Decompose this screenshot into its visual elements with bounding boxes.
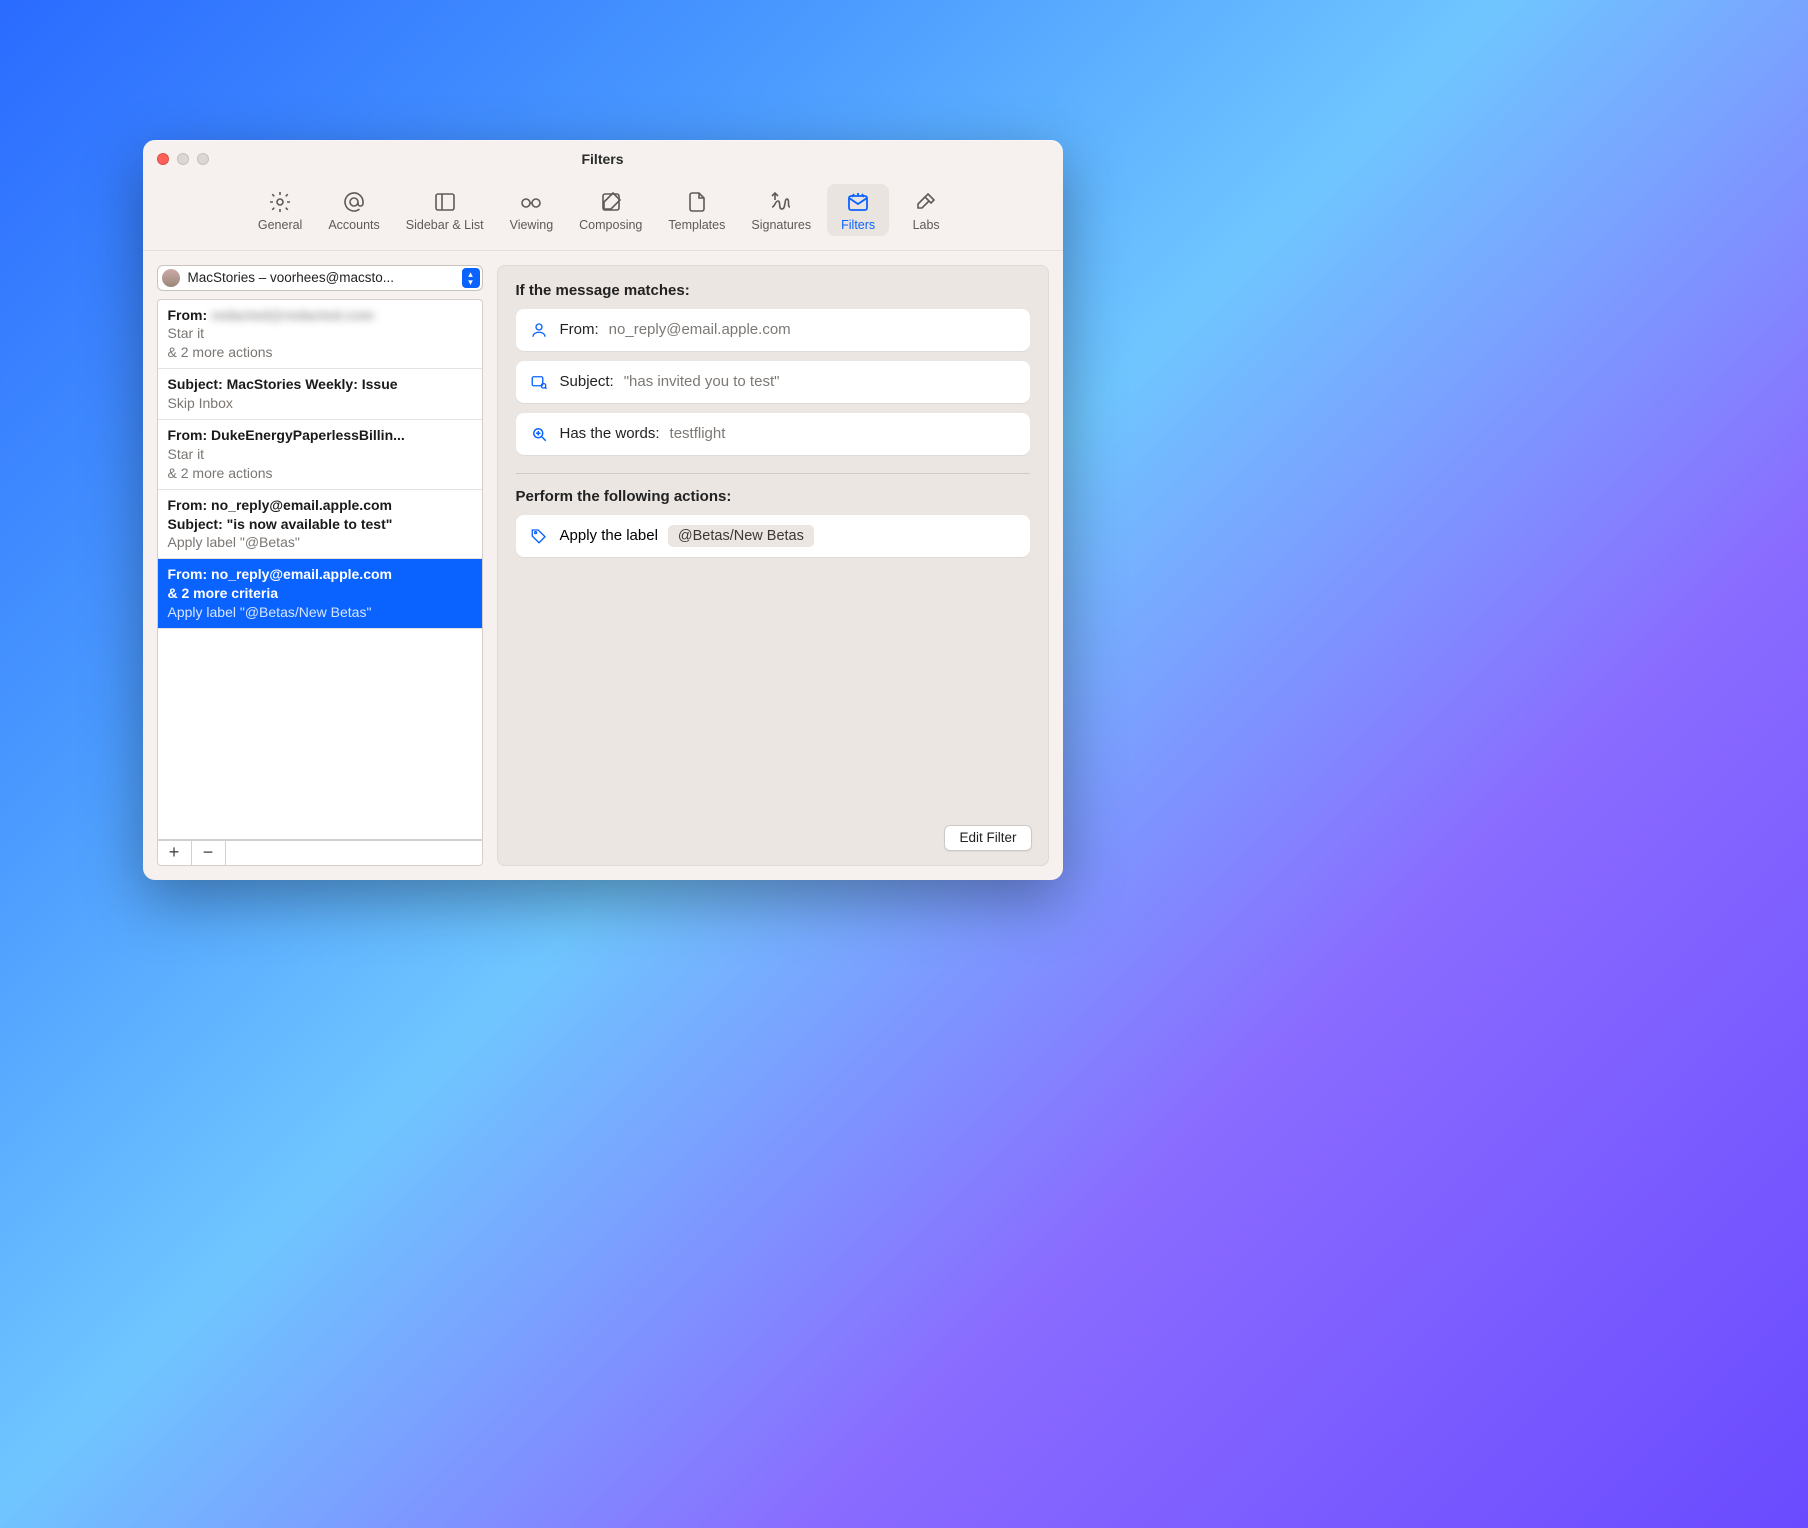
- tab-signatures[interactable]: Signatures: [741, 184, 821, 236]
- content-area: MacStories – voorhees@macsto... From: re…: [143, 251, 1063, 880]
- section-divider: [516, 473, 1030, 474]
- filters-sidebar: MacStories – voorhees@macsto... From: re…: [157, 265, 483, 866]
- filter-row-selected[interactable]: From: no_reply@email.apple.com & 2 more …: [158, 559, 482, 629]
- actions-section-title: Perform the following actions:: [516, 488, 1030, 505]
- matches-section-title: If the message matches:: [516, 282, 1030, 299]
- updown-icon: [462, 268, 480, 288]
- filter-row[interactable]: From: no_reply@email.apple.com Subject: …: [158, 490, 482, 560]
- tab-sidebar-list[interactable]: Sidebar & List: [396, 184, 494, 236]
- add-filter-button[interactable]: +: [158, 841, 192, 865]
- avatar: [162, 269, 180, 287]
- subject-icon: [530, 372, 550, 392]
- remove-filter-button[interactable]: −: [192, 841, 226, 865]
- edit-filter-button[interactable]: Edit Filter: [944, 825, 1031, 851]
- filters-icon: [845, 190, 871, 214]
- label-chip: @Betas/New Betas: [668, 525, 814, 547]
- tag-icon: [530, 526, 550, 546]
- account-picker[interactable]: MacStories – voorhees@macsto...: [157, 265, 483, 291]
- signature-icon: [768, 190, 794, 214]
- criteria-has-words: Has the words: testflight: [516, 413, 1030, 455]
- preferences-toolbar: General Accounts Sidebar & List Viewing …: [143, 178, 1063, 251]
- search-icon: [530, 424, 550, 444]
- criteria-from: From: no_reply@email.apple.com: [516, 309, 1030, 351]
- titlebar: Filters: [143, 140, 1063, 178]
- filter-row[interactable]: Subject: MacStories Weekly: Issue Skip I…: [158, 369, 482, 420]
- person-icon: [530, 320, 550, 340]
- window-title: Filters: [143, 151, 1063, 167]
- filter-rows: From: redacted@redacted.com Star it & 2 …: [158, 300, 482, 839]
- account-picker-label: MacStories – voorhees@macsto...: [188, 270, 454, 285]
- tab-labs[interactable]: Labs: [895, 184, 957, 236]
- gear-icon: [267, 190, 293, 214]
- filter-detail-panel: If the message matches: From: no_reply@e…: [497, 265, 1049, 866]
- at-icon: [341, 190, 367, 214]
- compose-icon: [598, 190, 624, 214]
- preferences-window: Filters General Accounts Sidebar & List …: [143, 140, 1063, 880]
- filter-row[interactable]: From: DukeEnergyPaperlessBillin... Star …: [158, 420, 482, 490]
- tab-viewing[interactable]: Viewing: [500, 184, 564, 236]
- criteria-subject: Subject: "has invited you to test": [516, 361, 1030, 403]
- tab-general[interactable]: General: [248, 184, 312, 236]
- document-icon: [684, 190, 710, 214]
- glasses-icon: [518, 190, 544, 214]
- tab-filters[interactable]: Filters: [827, 184, 889, 236]
- filter-list: From: redacted@redacted.com Star it & 2 …: [157, 299, 483, 840]
- action-apply-label: Apply the label @Betas/New Betas: [516, 515, 1030, 557]
- sidebar-icon: [432, 190, 458, 214]
- filter-row[interactable]: From: redacted@redacted.com Star it & 2 …: [158, 300, 482, 370]
- tab-composing[interactable]: Composing: [569, 184, 652, 236]
- tab-accounts[interactable]: Accounts: [318, 184, 389, 236]
- tab-templates[interactable]: Templates: [658, 184, 735, 236]
- hammer-icon: [913, 190, 939, 214]
- list-footer: + −: [157, 840, 483, 866]
